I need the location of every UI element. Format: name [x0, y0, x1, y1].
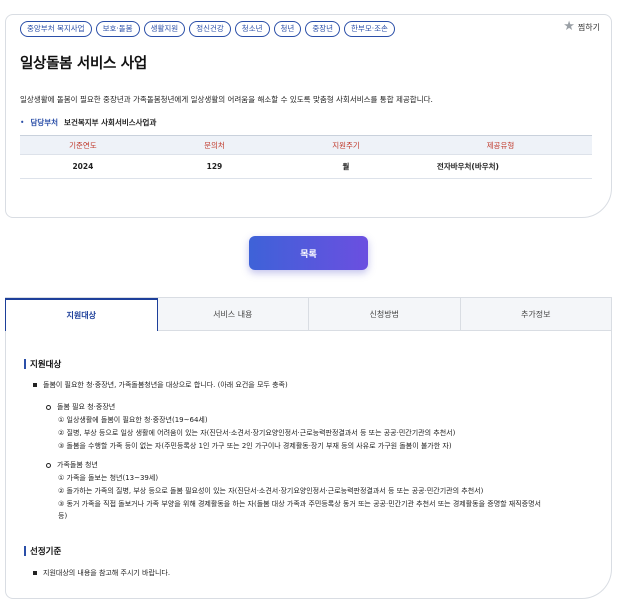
tag-chip[interactable]: 청소년 — [234, 21, 270, 37]
table-row: 2024 129 월 전자바우처(바우처) — [20, 154, 592, 179]
tab-bar: 지원대상 서비스 내용 신청방법 추가정보 — [5, 297, 612, 331]
tag-chip[interactable]: 생활지원 — [143, 21, 186, 37]
table-cell: 월 — [283, 154, 409, 179]
star-icon: ★ — [563, 19, 575, 34]
bookmark-label: 찜하기 — [577, 22, 600, 32]
table-cell: 2024 — [20, 154, 146, 179]
tag-chip[interactable]: 청년 — [273, 21, 302, 37]
sub-group-title: 돌봄 필요 청·중장년 — [46, 402, 115, 412]
info-table: 기준연도 문의처 지원주기 제공유형 2024 129 월 전자바우처(바우처) — [20, 135, 592, 179]
square-bullet-icon — [33, 383, 37, 387]
column-header: 문의처 — [145, 135, 284, 155]
tag-chip[interactable]: 중앙부처 복지사업 — [20, 21, 92, 37]
list-item: ③ 돌봄을 수행할 가족 등이 없는 자(주민등록상 1인 가구 또는 2인 가… — [58, 442, 452, 450]
tab-support-target[interactable]: 지원대상 — [5, 298, 158, 331]
department-row: • 담당부처 보건복지부 사회서비스사업과 — [20, 117, 156, 128]
tag-list: 중앙부처 복지사업 보호·돌봄 생활지원 정신건강 청소년 청년 중장년 한부모… — [20, 21, 395, 37]
list-button[interactable]: 목록 — [249, 236, 368, 270]
list-item: 지원대상의 내용을 참고해 주시기 바랍니다. — [33, 568, 170, 578]
list-item: 등) — [58, 512, 68, 520]
tab-service-content[interactable]: 서비스 내용 — [157, 298, 309, 331]
bookmark-button[interactable]: ★ 찜하기 — [563, 20, 600, 34]
column-header: 기준연도 — [20, 135, 146, 155]
list-item: ② 돌가하는 가족의 질병, 부상 등으로 돌봄 필요성이 있는 자(진단서·소… — [58, 487, 484, 495]
list-item: ③ 동거 가족을 직접 돌보거나 가족 부양을 위해 경제활동을 하는 자(돌봄… — [58, 500, 541, 508]
list-item: ② 질병, 부상 등으로 일상 생활에 어려움이 있는 자(진단서·소견서·장기… — [58, 429, 456, 437]
list-item: 돌봄이 필요한 청·중장년, 가족돌봄청년을 대상으로 합니다. (아래 요건을… — [33, 380, 288, 390]
department-value: 보건복지부 사회서비스사업과 — [64, 118, 157, 127]
circle-bullet-icon — [46, 462, 51, 468]
tag-chip[interactable]: 한부모·조손 — [344, 21, 395, 37]
service-description: 일상생활에 돌봄이 필요한 중장년과 가족돌봄청년에게 일상생활의 어려움을 해… — [20, 95, 433, 104]
bullet-dot-icon: • — [20, 118, 25, 127]
sub-group-title: 가족돌봄 청년 — [46, 460, 98, 470]
heading-bar-icon — [24, 546, 26, 556]
tag-chip[interactable]: 정신건강 — [189, 21, 231, 37]
section-heading-text: 지원대상 — [30, 360, 62, 370]
tab-additional-info[interactable]: 추가정보 — [460, 298, 612, 331]
section-heading-selection-criteria: 선정기준 — [24, 545, 61, 557]
heading-bar-icon — [24, 359, 26, 369]
column-header: 지원주기 — [283, 135, 409, 155]
circle-bullet-icon — [46, 404, 51, 410]
list-item: ① 가족을 돌보는 청년(13~39세) — [58, 474, 159, 482]
table-cell: 전자바우처(바우처) — [408, 154, 592, 179]
square-bullet-icon — [33, 571, 37, 575]
column-header: 제공유형 — [408, 135, 592, 155]
tab-application-method[interactable]: 신청방법 — [309, 298, 461, 331]
tag-chip[interactable]: 중장년 — [305, 21, 341, 37]
department-label: 담당부처 — [30, 118, 59, 127]
tag-chip[interactable]: 보호·돌봄 — [95, 21, 140, 37]
table-header-row: 기준연도 문의처 지원주기 제공유형 — [20, 135, 592, 155]
table-cell: 129 — [145, 154, 284, 179]
service-summary-card — [5, 14, 612, 218]
list-item: ① 일상생활에 돌봄이 필요한 청·중장년(19~64세) — [58, 416, 208, 424]
section-heading-support-target: 지원대상 — [24, 358, 61, 370]
section-heading-text: 선정기준 — [30, 547, 62, 557]
page-title: 일상돌봄 서비스 사업 — [20, 56, 147, 72]
